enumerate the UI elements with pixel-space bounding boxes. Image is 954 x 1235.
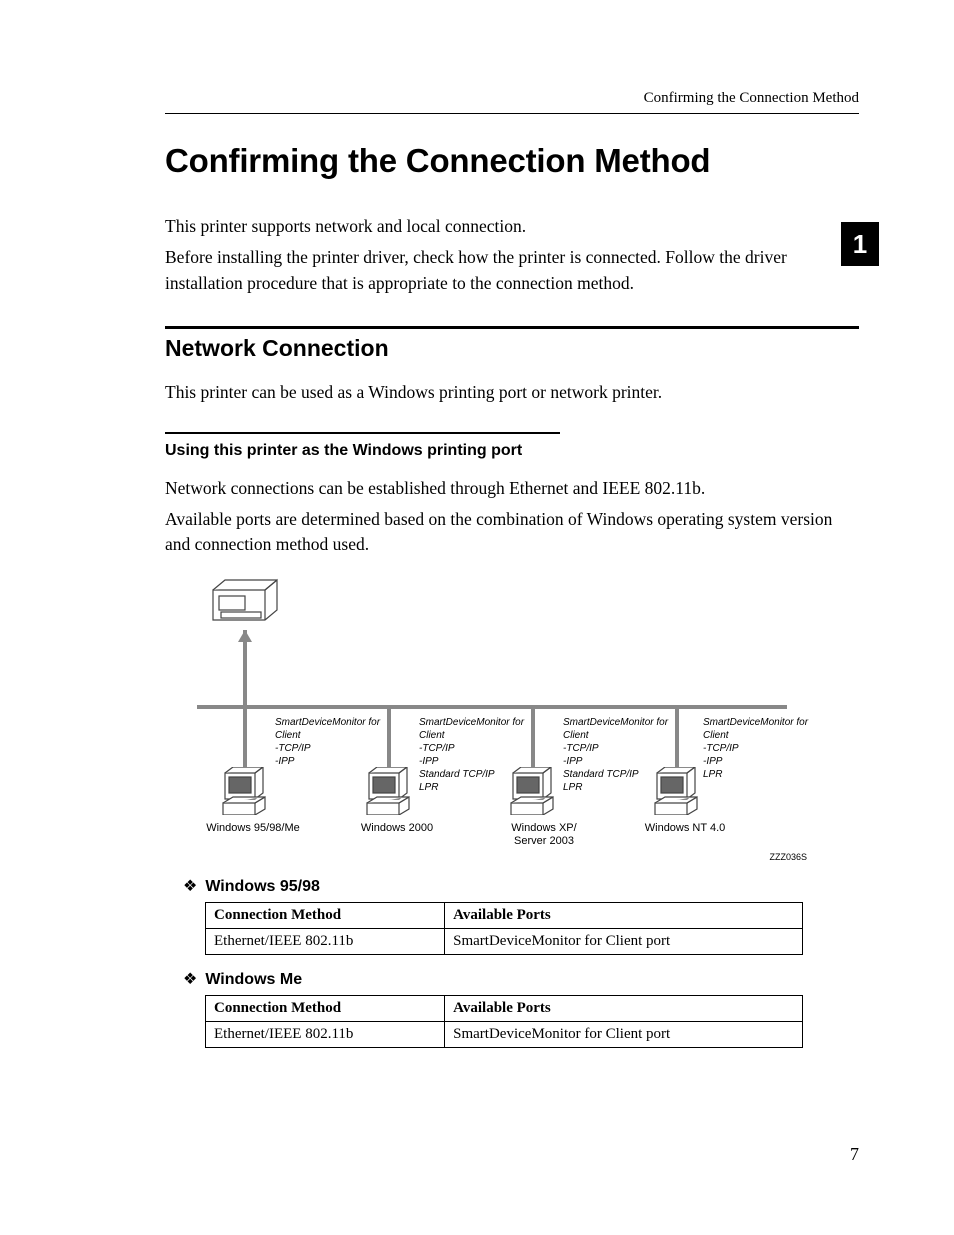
printer-icon	[207, 572, 285, 630]
section-heading: Network Connection	[165, 335, 859, 362]
section-rule	[165, 326, 859, 329]
table-row: Connection Method Available Ports	[206, 995, 803, 1021]
table-cell: SmartDeviceMonitor for Client port	[445, 928, 803, 954]
page: Confirming the Connection Method 1 Confi…	[0, 0, 954, 1235]
network-diagram: SmartDeviceMonitor for Client -TCP/IP -I…	[187, 572, 807, 862]
table-header: Connection Method	[206, 902, 445, 928]
table-header: Connection Method	[206, 995, 445, 1021]
port-list: SmartDeviceMonitor for Client -TCP/IP -I…	[703, 716, 813, 781]
diamond-bullet-icon: ❖	[183, 969, 197, 989]
node-label: Windows XP/ Server 2003	[499, 822, 589, 848]
port-list: SmartDeviceMonitor for Client -TCP/IP -I…	[275, 716, 405, 768]
arrow-icon	[238, 630, 252, 642]
table-cell: SmartDeviceMonitor for Client port	[445, 1021, 803, 1047]
table-cell: Ethernet/IEEE 802.11b	[206, 1021, 445, 1047]
table-cell: Ethernet/IEEE 802.11b	[206, 928, 445, 954]
intro-paragraph-1: This printer supports network and local …	[165, 214, 859, 239]
diagram-line	[243, 709, 247, 769]
diagram-line	[675, 709, 679, 769]
subsection-heading: Using this printer as the Windows printi…	[165, 442, 859, 460]
computer-icon	[365, 767, 417, 815]
table-header: Available Ports	[445, 995, 803, 1021]
table-row: Ethernet/IEEE 802.11b SmartDeviceMonitor…	[206, 1021, 803, 1047]
sub-paragraph-2: Available ports are determined based on …	[165, 507, 859, 558]
figure-id: ZZZ036S	[769, 852, 807, 862]
node-label: Windows NT 4.0	[635, 822, 735, 835]
table-header: Available Ports	[445, 902, 803, 928]
table-row: Connection Method Available Ports	[206, 902, 803, 928]
page-title: Confirming the Connection Method	[165, 142, 859, 180]
node-label: Windows 2000	[347, 822, 447, 835]
table-block: ❖ Windows 95/98 Connection Method Availa…	[183, 876, 859, 955]
page-number: 7	[850, 1144, 859, 1165]
subsection-rule	[165, 432, 560, 434]
diagram-line	[387, 709, 391, 769]
diagram-line	[531, 709, 535, 769]
table-block: ❖ Windows Me Connection Method Available…	[183, 969, 859, 1048]
table-title: Windows Me	[205, 971, 302, 989]
computer-icon	[221, 767, 273, 815]
diagram-bus	[197, 705, 787, 709]
diamond-bullet-icon: ❖	[183, 876, 197, 896]
node-label: Windows 95/98/Me	[203, 822, 303, 835]
computer-icon	[653, 767, 705, 815]
network-paragraph: This printer can be used as a Windows pr…	[165, 380, 859, 405]
running-head: Confirming the Connection Method	[165, 90, 859, 114]
ports-table: Connection Method Available Ports Ethern…	[205, 995, 803, 1048]
sub-paragraph-1: Network connections can be established t…	[165, 476, 859, 501]
computer-icon	[509, 767, 561, 815]
table-row: Ethernet/IEEE 802.11b SmartDeviceMonitor…	[206, 928, 803, 954]
intro-paragraph-2: Before installing the printer driver, ch…	[165, 245, 859, 296]
chapter-tab: 1	[841, 222, 879, 266]
table-title: Windows 95/98	[205, 878, 320, 896]
ports-table: Connection Method Available Ports Ethern…	[205, 902, 803, 955]
